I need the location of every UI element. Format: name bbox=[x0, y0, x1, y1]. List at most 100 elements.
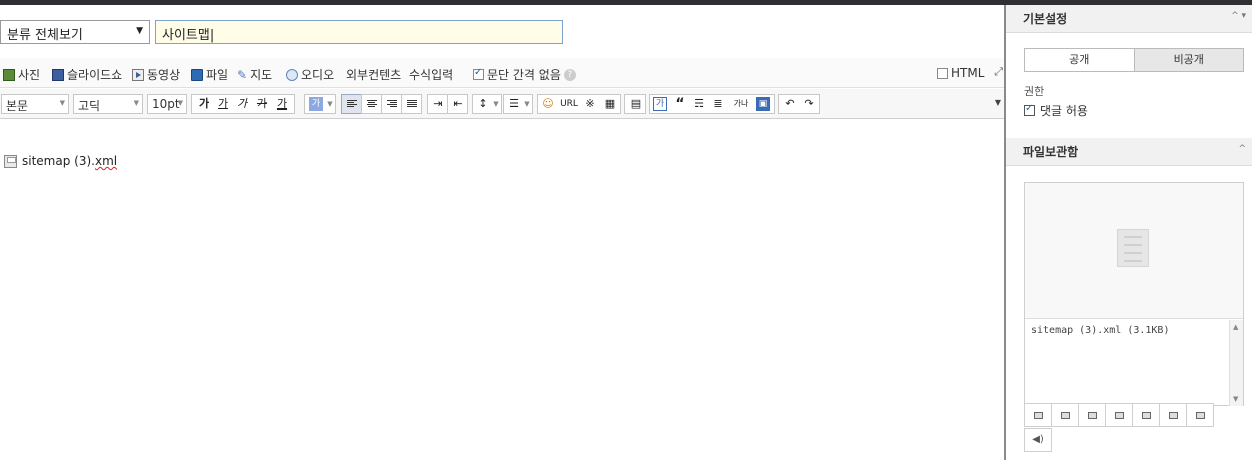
file-list-item[interactable]: sitemap (3).xml (3.1KB) bbox=[1031, 325, 1222, 336]
file-insert-options bbox=[1024, 403, 1214, 427]
list-button[interactable]: ☰ ▼ bbox=[503, 94, 533, 114]
audio-icon bbox=[286, 68, 298, 81]
scroll-down-icon[interactable]: ▼ bbox=[1233, 395, 1238, 403]
allow-comments-option[interactable]: 댓글 허용 bbox=[1024, 102, 1088, 119]
font-family-select[interactable]: 고딕 ▼ bbox=[73, 94, 143, 114]
paragraph-style-select[interactable]: 본문 ▼ bbox=[1, 94, 69, 114]
insert-group: ☺ URL ※ ▦ bbox=[537, 94, 621, 114]
attach-audio-button[interactable]: 오디오 bbox=[286, 66, 334, 83]
font-family-value: 고딕 bbox=[78, 99, 101, 113]
undo-button[interactable]: ↶ bbox=[781, 95, 799, 113]
file-preview bbox=[1025, 183, 1243, 319]
permission-label: 권한 bbox=[1024, 85, 1045, 98]
attach-video-button[interactable]: 동영상 bbox=[132, 66, 180, 83]
italic-button[interactable]: 가 bbox=[234, 95, 250, 113]
html-mode-label: HTML bbox=[951, 66, 985, 80]
html-mode-option[interactable]: HTML bbox=[937, 66, 984, 80]
outdent-button[interactable]: ⇤ bbox=[447, 94, 468, 114]
insert-gallery-button[interactable] bbox=[1186, 403, 1214, 427]
html-mode-checkbox[interactable] bbox=[937, 67, 948, 79]
list-icon: ☰ bbox=[509, 97, 519, 110]
no-paragraph-spacing-option[interactable]: 문단 간격 없음 ? bbox=[473, 66, 576, 83]
insert-center-icon bbox=[1061, 412, 1070, 419]
attach-external-label: 외부컨텐츠 bbox=[346, 68, 402, 82]
align-right-button[interactable] bbox=[381, 94, 402, 114]
box-button[interactable]: 가 bbox=[653, 97, 667, 111]
file-list[interactable]: sitemap (3).xml (3.1KB) bbox=[1025, 320, 1228, 406]
attach-photo-button[interactable]: 사진 bbox=[3, 66, 40, 83]
attach-external-button[interactable]: 외부컨텐츠 bbox=[346, 66, 401, 83]
block-group: 가 “ ☴ ≣ 가나 ▣ bbox=[649, 94, 775, 114]
help-icon[interactable]: ? bbox=[563, 68, 576, 81]
align-center-icon bbox=[367, 100, 377, 109]
allow-comments-label: 댓글 허용 bbox=[1040, 104, 1088, 118]
attach-video-label: 동영상 bbox=[147, 68, 181, 82]
line-height-button[interactable]: ↕ ▼ bbox=[472, 94, 502, 114]
file-list-scrollbar[interactable]: ▲ ▼ bbox=[1229, 320, 1243, 406]
attached-file-ext: xml bbox=[94, 154, 118, 168]
attach-file-button[interactable]: 파일 bbox=[191, 66, 228, 83]
text-color-button[interactable]: 가 bbox=[274, 95, 290, 113]
align-right-icon bbox=[387, 100, 397, 109]
bg-color-button[interactable]: 가 ▼ bbox=[304, 94, 336, 114]
post-title-input[interactable]: 사이트맵| bbox=[155, 20, 563, 44]
public-button[interactable]: 공개 bbox=[1024, 48, 1135, 72]
special-char-button[interactable]: ※ bbox=[582, 95, 598, 113]
attach-slideshow-label: 슬라이드쇼 bbox=[67, 68, 123, 82]
editor-content[interactable]: sitemap (3).xml bbox=[0, 119, 1005, 460]
toolbar-more-icon[interactable]: ▼ bbox=[995, 98, 1001, 107]
collapse-icon[interactable]: ^ bbox=[1238, 144, 1246, 154]
strikethrough-button[interactable]: 가 bbox=[254, 95, 270, 113]
outdent-icon: ⇤ bbox=[453, 97, 463, 110]
save-button[interactable]: ▣ bbox=[756, 97, 770, 111]
collapse-icon[interactable]: ^ ▾ bbox=[1231, 11, 1246, 21]
file-icon bbox=[191, 68, 203, 81]
insert-audio-button[interactable]: ◀) bbox=[1024, 428, 1052, 452]
insert-left-button[interactable] bbox=[1024, 403, 1052, 427]
attach-map-button[interactable]: ✎ 지도 bbox=[237, 66, 272, 83]
redo-button[interactable]: ↷ bbox=[800, 95, 818, 113]
fullscreen-icon[interactable]: ⤢ bbox=[994, 65, 1003, 79]
divider-button[interactable]: ☴ bbox=[691, 95, 707, 113]
chevron-down-icon: ▼ bbox=[493, 100, 499, 108]
align-center-button[interactable] bbox=[361, 94, 382, 114]
attach-formula-button[interactable]: 수식입력 bbox=[409, 66, 453, 83]
indent-icon: ⇥ bbox=[433, 97, 443, 110]
insert-right-button[interactable] bbox=[1078, 403, 1106, 427]
attach-audio-label: 오디오 bbox=[301, 68, 335, 82]
url-button[interactable]: URL bbox=[558, 95, 580, 113]
align-justify-button[interactable] bbox=[401, 94, 422, 114]
basic-settings-header[interactable]: 기본설정 ^ ▾ bbox=[1006, 5, 1252, 33]
category-select[interactable]: 분류 전체보기 ▼ bbox=[0, 20, 150, 44]
align-left-button[interactable] bbox=[341, 94, 362, 114]
file-storage-header[interactable]: 파일보관함 ^ bbox=[1006, 138, 1252, 166]
no-paragraph-spacing-checkbox[interactable] bbox=[473, 67, 484, 80]
bold-button[interactable]: 가 bbox=[196, 95, 212, 113]
underline-button[interactable]: 가 bbox=[215, 95, 231, 113]
attached-file[interactable]: sitemap (3).xml bbox=[4, 154, 117, 168]
scroll-up-icon[interactable]: ▲ bbox=[1233, 323, 1238, 331]
quote-button[interactable]: “ bbox=[672, 95, 688, 113]
bg-color-swatch: 가 bbox=[309, 97, 323, 111]
layout-button[interactable]: ▤ bbox=[624, 94, 646, 114]
private-button[interactable]: 비공개 bbox=[1134, 48, 1244, 72]
insert-center-button[interactable] bbox=[1051, 403, 1079, 427]
visibility-toggle: 공개 비공개 bbox=[1024, 48, 1244, 72]
char-spacing-button[interactable]: 가나 bbox=[730, 95, 752, 113]
emoticon-button[interactable]: ☺ bbox=[540, 95, 556, 113]
insert-full-button[interactable] bbox=[1105, 403, 1133, 427]
insert-two-column-button[interactable] bbox=[1132, 403, 1160, 427]
video-icon bbox=[132, 68, 144, 81]
allow-comments-checkbox[interactable] bbox=[1024, 103, 1035, 116]
no-paragraph-spacing-label: 문단 간격 없음 bbox=[487, 68, 561, 82]
font-size-select[interactable]: 10pt ▼ bbox=[147, 94, 187, 114]
attach-slideshow-button[interactable]: 슬라이드쇼 bbox=[52, 66, 122, 83]
line-height-icon: ↕ bbox=[478, 97, 488, 110]
attach-formula-label: 수식입력 bbox=[409, 68, 454, 82]
insert-three-column-icon bbox=[1169, 412, 1178, 419]
insert-right-icon bbox=[1088, 412, 1097, 419]
insert-three-column-button[interactable] bbox=[1159, 403, 1187, 427]
line-button[interactable]: ≣ bbox=[710, 95, 726, 113]
indent-button[interactable]: ⇥ bbox=[427, 94, 448, 114]
table-button[interactable]: ▦ bbox=[601, 95, 619, 113]
